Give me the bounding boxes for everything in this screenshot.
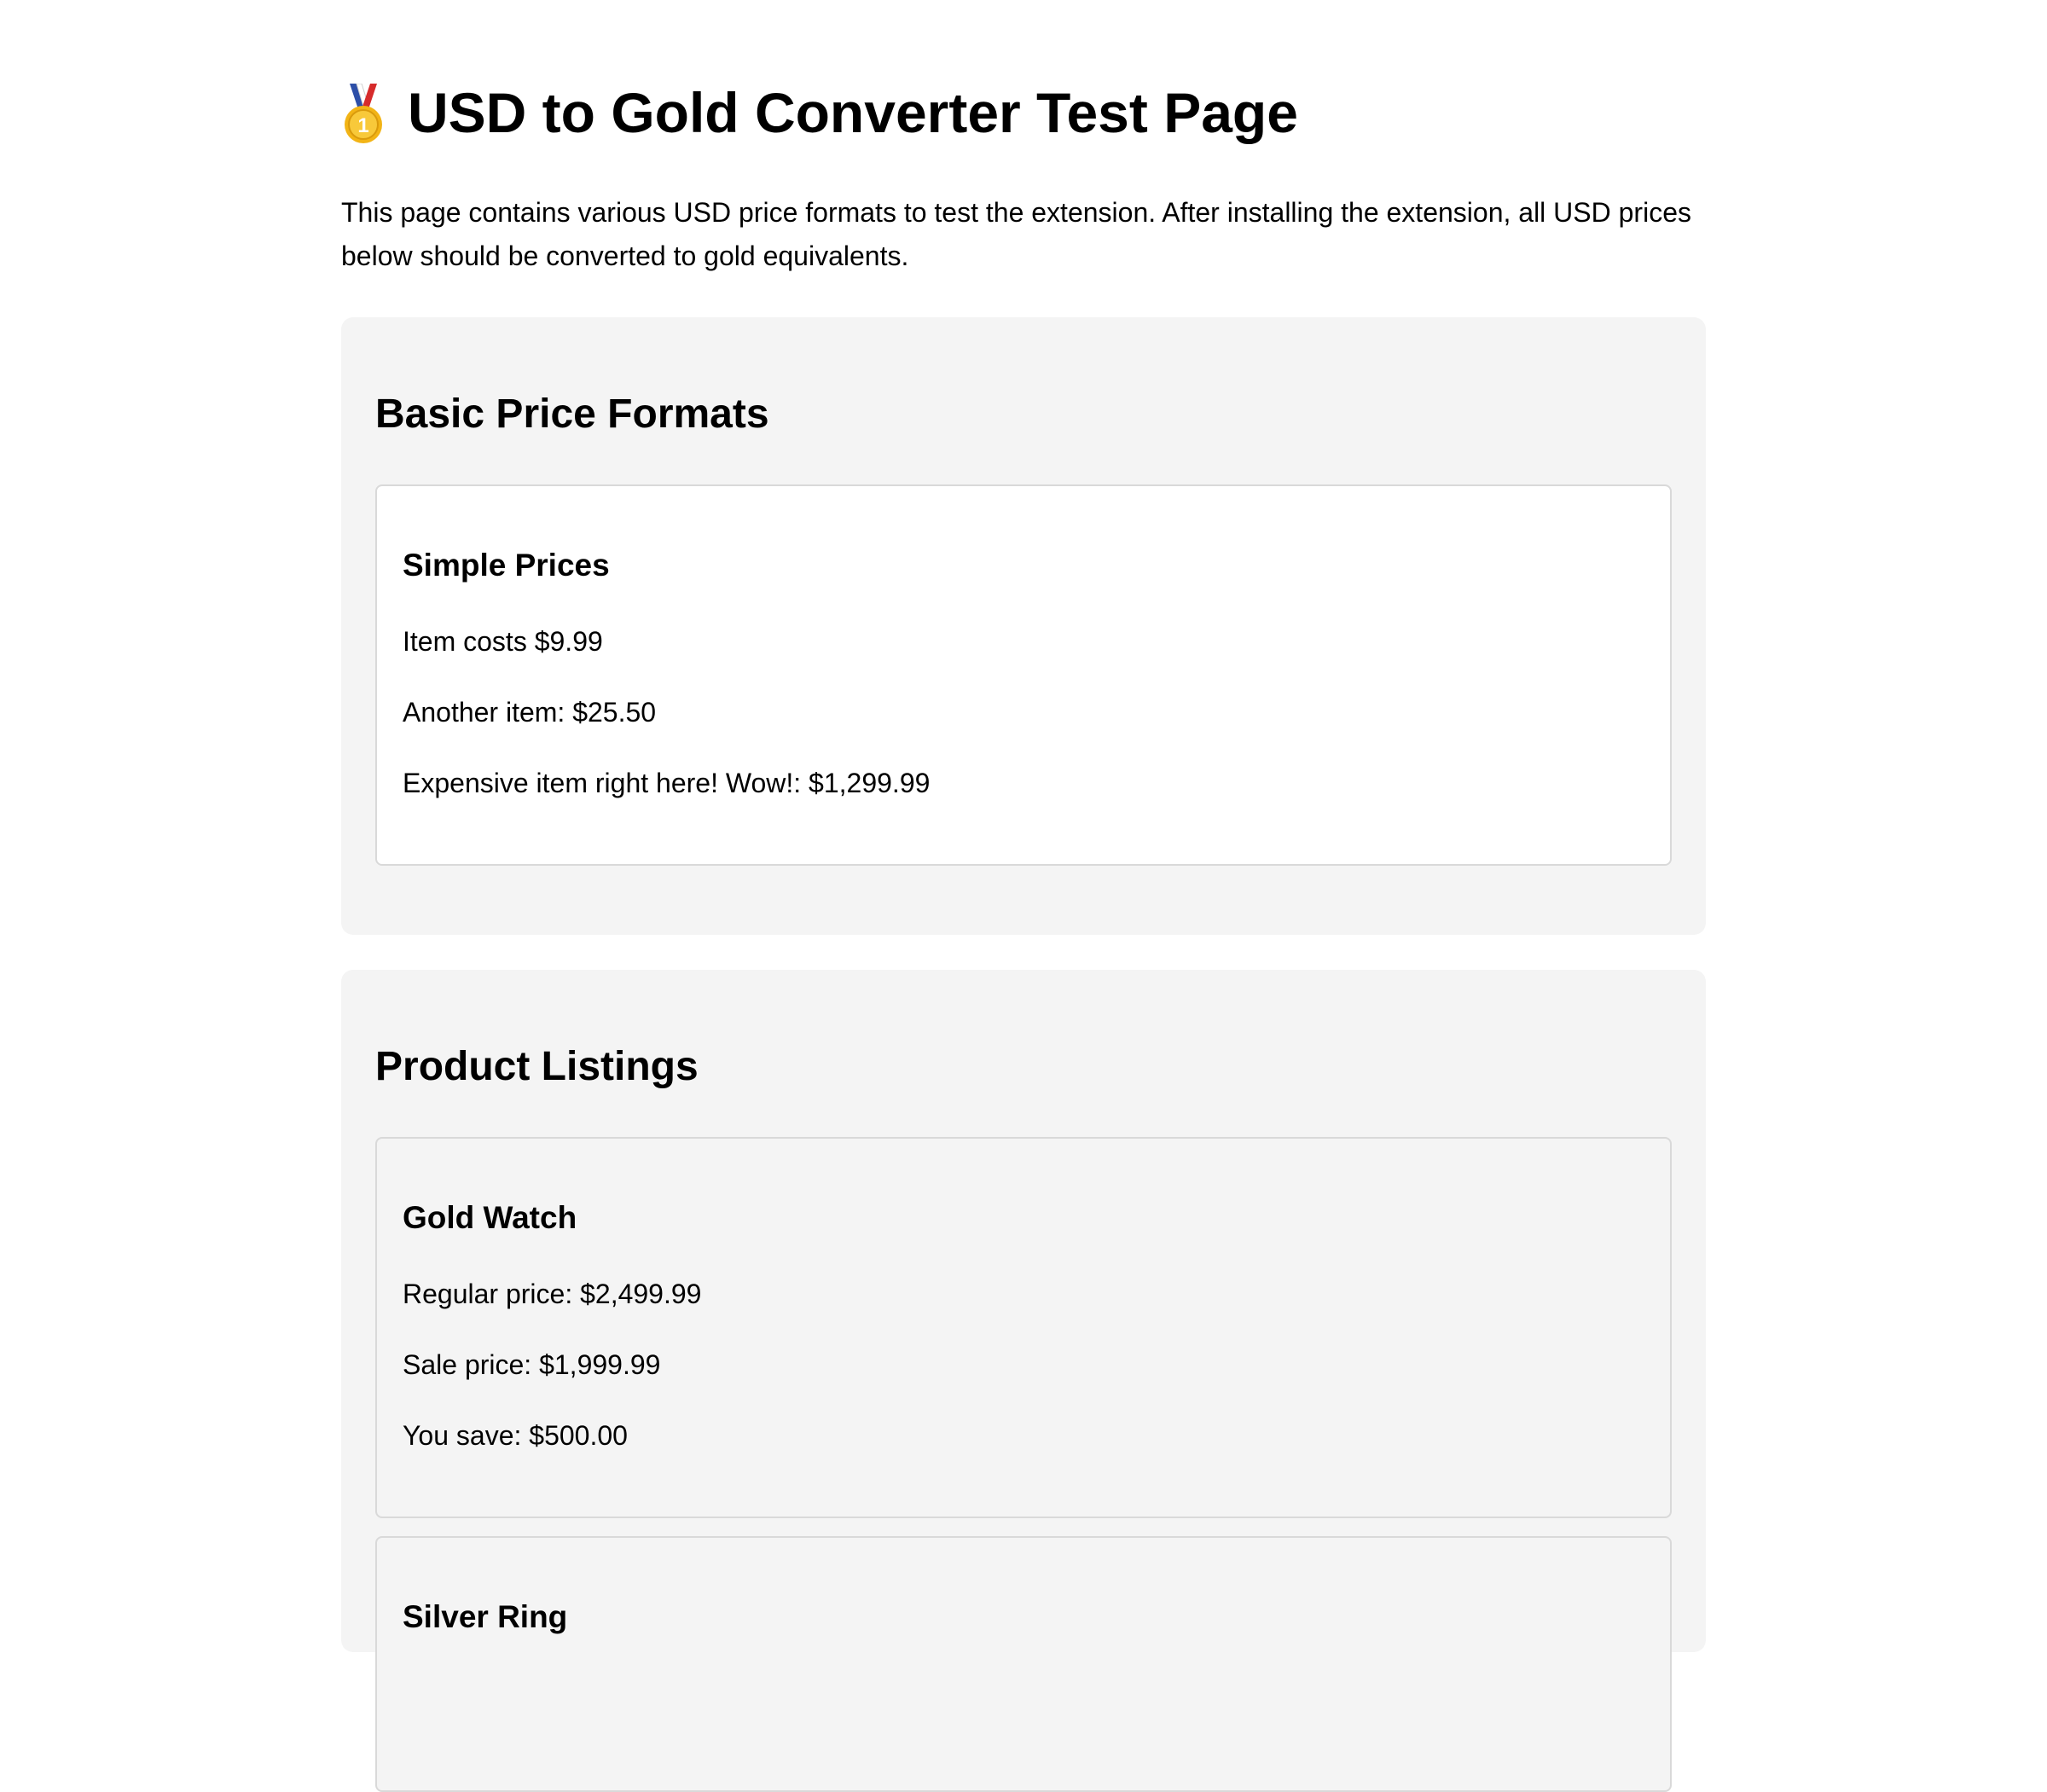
section-basic-price-formats: Basic Price Formats Simple Prices Item c… [341, 317, 1706, 935]
gold-medal-icon: 1 [345, 84, 382, 143]
intro-paragraph: This page contains various USD price for… [341, 197, 1691, 271]
card-title: Silver Ring [403, 1599, 568, 1634]
svg-text:1: 1 [357, 114, 368, 137]
card-title: Gold Watch [403, 1200, 577, 1235]
price-line: Regular price: $2,499.99 [403, 1279, 702, 1309]
page-title-text: USD to Gold Converter Test Page [408, 81, 1298, 144]
card-title: Simple Prices [403, 548, 610, 583]
price-line: Expensive item right here! Wow!: $1,299.… [403, 768, 931, 798]
page-title: 1 USD to Gold Converter Test Page [341, 78, 1298, 147]
card-gold-watch: Gold Watch Regular price: $2,499.99 Sale… [375, 1137, 1672, 1518]
price-line: Item costs $9.99 [403, 626, 603, 657]
price-line: Sale price: $1,999.99 [403, 1349, 661, 1380]
section-title: Basic Price Formats [375, 391, 769, 437]
section-product-listings: Product Listings Gold Watch Regular pric… [341, 970, 1706, 1792]
card-silver-ring: Silver Ring [375, 1536, 1672, 1792]
section-title: Product Listings [375, 1044, 699, 1089]
price-line: You save: $500.00 [403, 1420, 628, 1451]
card-simple-prices: Simple Prices Item costs $9.99 Another i… [375, 484, 1672, 866]
price-line: Another item: $25.50 [403, 697, 657, 728]
